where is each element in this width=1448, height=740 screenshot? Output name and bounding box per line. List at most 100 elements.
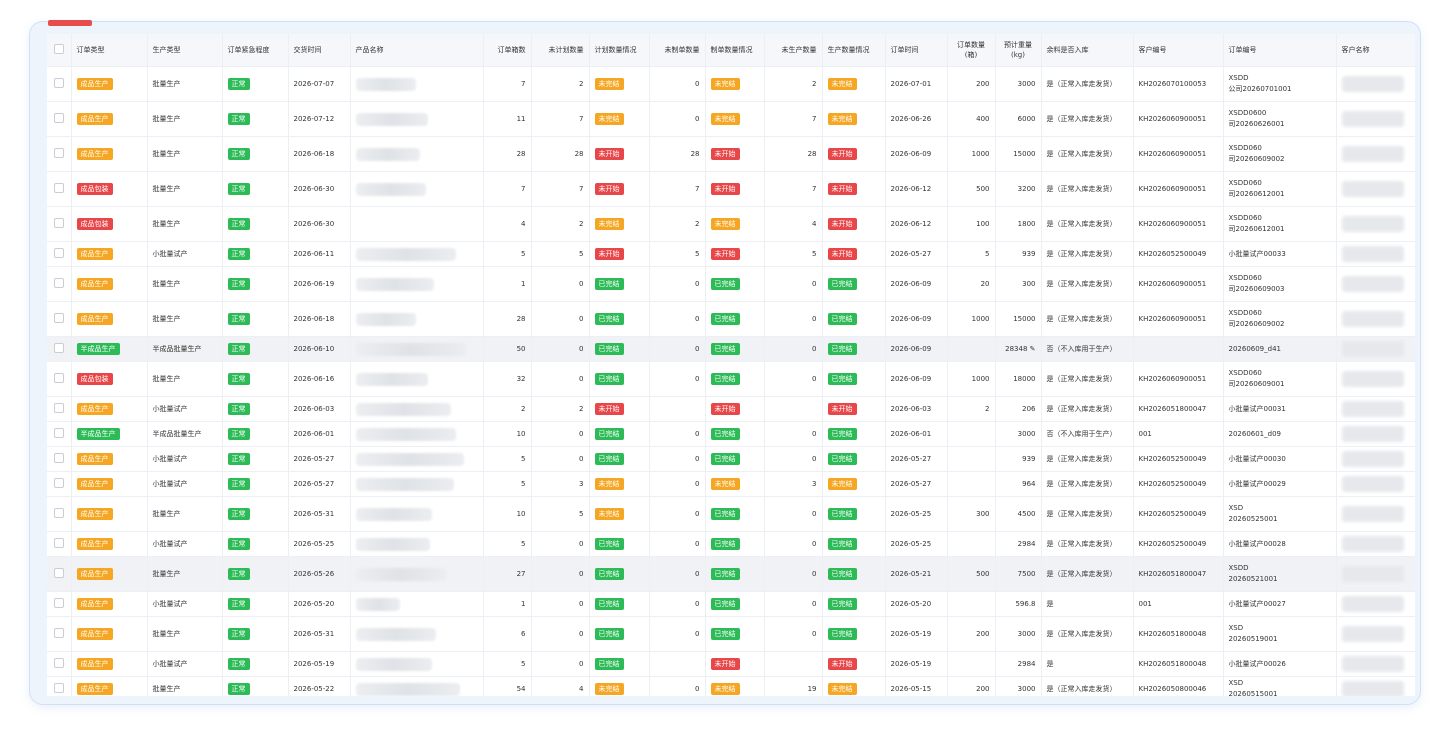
row-checkbox[interactable] <box>53 538 64 548</box>
col-header[interactable]: 订单时间 <box>885 34 948 67</box>
production-status-tag: 已完结 <box>827 568 857 580</box>
unplanned-qty: 0 <box>531 616 590 652</box>
row-checkbox[interactable] <box>53 183 64 193</box>
product-name-redacted <box>355 247 456 261</box>
col-header[interactable]: 制单数量情况 <box>705 34 765 67</box>
table-row[interactable]: 成品生产 批量生产 正常 2026-05-31 10 5 未完结 0 已完结 0… <box>47 496 1415 532</box>
table-row[interactable]: 成品生产 批量生产 正常 2026-05-31 6 0 已完结 0 已完结 0 … <box>47 616 1415 652</box>
col-header[interactable]: 未生产数量 <box>764 34 823 67</box>
table-row[interactable]: 成品生产 小批量试产 正常 2026-05-19 5 0 已完结 未开始 未开始… <box>47 651 1415 677</box>
row-checkbox[interactable] <box>53 248 64 258</box>
order-count: 2 <box>947 396 996 422</box>
urgency-tag: 正常 <box>227 568 250 580</box>
row-checkbox[interactable] <box>53 148 64 158</box>
plan-status-tag: 未开始 <box>594 403 624 415</box>
production-type: 批量生产 <box>147 496 223 532</box>
order-count <box>947 446 996 472</box>
col-header[interactable]: 订单数量(箱) <box>947 34 996 67</box>
col-header[interactable]: 余料是否入库 <box>1041 34 1134 67</box>
order-qty: 6 <box>483 616 532 652</box>
made-status-tag: 未开始 <box>710 248 740 260</box>
row-checkbox[interactable] <box>53 218 64 228</box>
table-row[interactable]: 成品生产 批量生产 正常 2026-06-18 28 28 未开始 28 未开始… <box>47 136 1415 172</box>
table-row[interactable]: 成品生产 小批量试产 正常 2026-06-03 2 2 未开始 未开始 未开始… <box>47 396 1415 422</box>
col-header[interactable]: 未制单数量 <box>649 34 706 67</box>
row-checkbox[interactable] <box>53 373 64 383</box>
order-count: 200 <box>947 616 996 652</box>
customer-name-redacted <box>1341 566 1404 582</box>
select-all-checkbox[interactable] <box>53 43 64 54</box>
table-row[interactable]: 成品生产 批量生产 正常 2026-06-18 28 0 已完结 0 已完结 0… <box>47 301 1415 337</box>
order-number: 20260609_d41 <box>1228 345 1281 353</box>
product-name-redacted <box>355 77 416 91</box>
col-header[interactable]: 订单编号 <box>1223 34 1337 67</box>
row-checkbox[interactable] <box>53 598 64 608</box>
col-header[interactable]: 未计划数量 <box>531 34 590 67</box>
row-checkbox[interactable] <box>53 313 64 323</box>
table-row[interactable]: 成品生产 小批量试产 正常 2026-05-25 5 0 已完结 0 已完结 0… <box>47 531 1415 557</box>
unproduced-qty: 0 <box>764 421 823 447</box>
table-row[interactable]: 成品包装 批量生产 正常 2026-06-30 7 7 未开始 7 未开始 7 … <box>47 171 1415 207</box>
storage-flag: 是 <box>1041 591 1134 617</box>
customer-name-redacted <box>1341 626 1404 642</box>
production-type: 批量生产 <box>147 206 223 242</box>
table-row[interactable]: 成品生产 批量生产 正常 2026-05-22 54 4 未完结 0 未完结 1… <box>47 676 1415 696</box>
row-checkbox[interactable] <box>53 453 64 463</box>
row-checkbox[interactable] <box>53 508 64 518</box>
row-checkbox[interactable] <box>53 658 64 668</box>
row-checkbox[interactable] <box>53 278 64 288</box>
row-checkbox[interactable] <box>53 628 64 638</box>
product-name-redacted <box>355 597 400 611</box>
row-checkbox[interactable] <box>53 113 64 123</box>
estimated-weight: 4500 <box>995 496 1042 532</box>
table-row[interactable]: 半成品生产 半成品批量生产 正常 2026-06-10 50 0 已完结 0 已… <box>47 336 1415 362</box>
col-header[interactable]: 订单箱数 <box>483 34 532 67</box>
col-header[interactable]: 预计重量(kg) <box>995 34 1042 67</box>
table-row[interactable]: 成品生产 小批量试产 正常 2026-05-27 5 0 已完结 0 已完结 0… <box>47 446 1415 472</box>
table-row[interactable]: 成品生产 小批量试产 正常 2026-06-11 5 5 未开始 5 未开始 5… <box>47 241 1415 267</box>
col-header[interactable]: 计划数量情况 <box>589 34 650 67</box>
production-status-tag: 未开始 <box>827 148 857 160</box>
col-header[interactable]: 产品名称 <box>350 34 484 67</box>
row-checkbox[interactable] <box>53 683 64 693</box>
estimated-weight: 596.8 <box>995 591 1042 617</box>
order-number: 小批量试产00031 <box>1228 405 1286 413</box>
row-checkbox[interactable] <box>53 78 64 88</box>
product-name-redacted <box>355 537 430 551</box>
row-checkbox[interactable] <box>53 403 64 413</box>
table-row[interactable]: 成品生产 小批量试产 正常 2026-05-20 1 0 已完结 0 已完结 0… <box>47 591 1415 617</box>
plan-status-tag: 已完结 <box>594 538 624 550</box>
col-header[interactable]: 订单类型 <box>71 34 148 67</box>
col-header[interactable]: 客户名称 <box>1336 34 1415 67</box>
table-row[interactable]: 成品生产 小批量试产 正常 2026-05-27 5 3 未完结 0 未完结 3… <box>47 471 1415 497</box>
table-row[interactable]: 成品生产 批量生产 正常 2026-05-26 27 0 已完结 0 已完结 0… <box>47 556 1415 592</box>
storage-flag: 是（正常入库走发货） <box>1041 446 1134 472</box>
table-row[interactable]: 成品包装 批量生产 正常 2026-06-30 4 2 未完结 2 未完结 4 … <box>47 206 1415 242</box>
table-row[interactable]: 半成品生产 半成品批量生产 正常 2026-06-01 10 0 已完结 0 已… <box>47 421 1415 447</box>
col-header[interactable]: 生产类型 <box>147 34 223 67</box>
row-checkbox[interactable] <box>53 343 64 353</box>
col-header[interactable]: 订单紧急程度 <box>222 34 289 67</box>
unproduced-qty: 28 <box>764 136 823 172</box>
table-row[interactable]: 成品生产 批量生产 正常 2026-07-12 11 7 未完结 0 未完结 7… <box>47 101 1415 137</box>
table-row[interactable]: 成品包装 批量生产 正常 2026-06-16 32 0 已完结 0 已完结 0… <box>47 361 1415 397</box>
table-row[interactable]: 成品生产 批量生产 正常 2026-07-07 7 2 未完结 0 未完结 2 … <box>47 66 1415 102</box>
order-type-tag: 成品生产 <box>76 658 113 670</box>
order-qty: 32 <box>483 361 532 397</box>
col-header[interactable]: 客户编号 <box>1133 34 1224 67</box>
order-qty: 5 <box>483 531 532 557</box>
unproduced-qty <box>764 396 823 422</box>
customer-name-redacted <box>1341 681 1404 696</box>
customer-id: KH2026051800048 <box>1133 616 1224 652</box>
row-checkbox[interactable] <box>53 478 64 488</box>
order-qty: 54 <box>483 676 532 696</box>
row-checkbox[interactable] <box>53 428 64 438</box>
order-number: XSD <box>1228 679 1244 687</box>
order-type-tag: 成品生产 <box>76 538 113 550</box>
row-checkbox[interactable] <box>53 568 64 578</box>
table-row[interactable]: 成品生产 批量生产 正常 2026-06-19 1 0 已完结 0 已完结 0 … <box>47 266 1415 302</box>
delivery-date: 2026-06-16 <box>288 361 351 397</box>
delivery-date: 2026-06-11 <box>288 241 351 267</box>
col-header[interactable]: 生产数量情况 <box>822 34 886 67</box>
col-header[interactable]: 交货时间 <box>288 34 351 67</box>
